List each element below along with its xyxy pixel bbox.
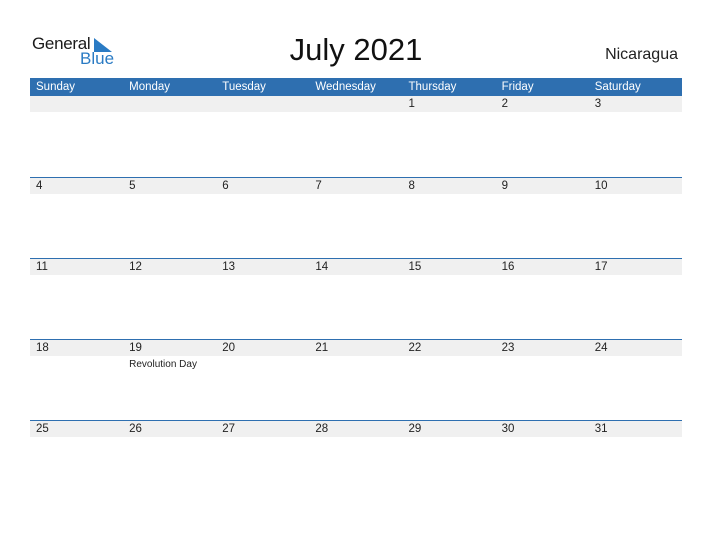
date-row: 1 2 3 (30, 96, 682, 112)
week-row: 18 19 Revolution Day 20 21 22 23 24 (30, 339, 682, 420)
day-cell (30, 96, 123, 112)
day-cell: 9 (496, 178, 589, 194)
day-number: 21 (315, 342, 329, 354)
day-cell: 19 Revolution Day (123, 340, 216, 370)
day-number: 9 (501, 180, 509, 192)
day-cell: 21 (309, 340, 402, 356)
week-row: 1 2 3 (30, 96, 682, 177)
day-cell: 4 (30, 178, 123, 194)
day-cell: 18 (30, 340, 123, 356)
date-row: 18 19 Revolution Day 20 21 22 23 24 (30, 340, 682, 370)
day-cell: 1 (403, 96, 496, 112)
day-number: 1 (408, 98, 415, 110)
day-number: 11 (36, 261, 48, 273)
day-number: 5 (129, 180, 136, 192)
day-cell: 16 (496, 259, 589, 275)
day-number: 13 (222, 261, 236, 273)
day-number: 14 (315, 261, 329, 273)
weekday-tuesday: Tuesday (222, 81, 266, 93)
day-number: 6 (222, 180, 229, 192)
day-number: 24 (594, 342, 608, 354)
day-number: 16 (501, 261, 515, 273)
day-cell: 30 (496, 421, 589, 437)
day-cell: 2 (496, 96, 589, 112)
day-cell: 13 (216, 259, 309, 275)
week-row: 4 5 6 7 8 9 10 (30, 177, 682, 258)
day-number: 10 (594, 180, 608, 192)
day-number: 30 (501, 423, 515, 435)
day-cell: 23 (496, 340, 589, 356)
day-cell (216, 96, 309, 112)
date-row: 11 12 13 14 15 16 17 (30, 259, 682, 275)
week-row: 25 26 27 28 29 30 31 (30, 420, 682, 501)
day-number: 31 (594, 423, 608, 435)
day-cell: 24 (589, 340, 682, 356)
weekday-sunday: Sunday (36, 81, 76, 93)
day-number: 19 (129, 342, 142, 354)
week-row: 11 12 13 14 15 16 17 (30, 258, 682, 339)
day-cell: 12 (123, 259, 216, 275)
day-number: 17 (594, 261, 608, 273)
country-label: Nicaragua (605, 46, 678, 63)
day-number: 2 (501, 98, 509, 110)
day-cell: 5 (123, 178, 216, 194)
day-number: 22 (408, 342, 422, 354)
day-number: 26 (129, 423, 142, 435)
day-cell: 3 (589, 96, 682, 112)
day-cell: 8 (403, 178, 496, 194)
calendar-grid: Sunday Monday Tuesday Wednesday Thursday… (30, 78, 682, 501)
date-row: 25 26 27 28 29 30 31 (30, 421, 682, 437)
day-cell: 22 (403, 340, 496, 356)
weekday-wednesday: Wednesday (315, 81, 376, 93)
day-number: 4 (36, 180, 43, 192)
day-cell: 10 (589, 178, 682, 194)
weekday-friday: Friday (501, 81, 534, 93)
day-cell: 26 (123, 421, 216, 437)
day-cell (123, 96, 216, 112)
day-cell: 27 (216, 421, 309, 437)
day-cell: 20 (216, 340, 309, 356)
day-number: 8 (408, 180, 415, 192)
day-number: 12 (129, 261, 142, 273)
day-number: 25 (36, 423, 49, 435)
day-cell (309, 96, 402, 112)
day-number: 18 (36, 342, 49, 354)
day-cell: 25 (30, 421, 123, 437)
day-number: 27 (222, 423, 236, 435)
day-number: 3 (594, 98, 602, 110)
day-number: 23 (501, 342, 515, 354)
weekday-monday: Monday (129, 81, 171, 93)
day-number: 7 (315, 180, 322, 192)
day-number: 28 (315, 423, 329, 435)
date-row: 4 5 6 7 8 9 10 (30, 178, 682, 194)
day-cell: 11 (30, 259, 123, 275)
day-number: 15 (408, 261, 422, 273)
day-number: 20 (222, 342, 236, 354)
day-number: 29 (408, 423, 422, 435)
weekday-saturday: Saturday (594, 81, 641, 93)
day-cell: 28 (309, 421, 402, 437)
day-cell: 17 (589, 259, 682, 275)
day-cell: 31 (589, 421, 682, 437)
weekday-thursday: Thursday (408, 81, 457, 93)
day-cell: 14 (309, 259, 402, 275)
holiday-label: Revolution Day (129, 359, 197, 370)
day-cell: 29 (403, 421, 496, 437)
weekday-header: Sunday Monday Tuesday Wednesday Thursday… (30, 78, 682, 96)
day-cell: 7 (309, 178, 402, 194)
day-cell: 6 (216, 178, 309, 194)
day-cell: 15 (403, 259, 496, 275)
